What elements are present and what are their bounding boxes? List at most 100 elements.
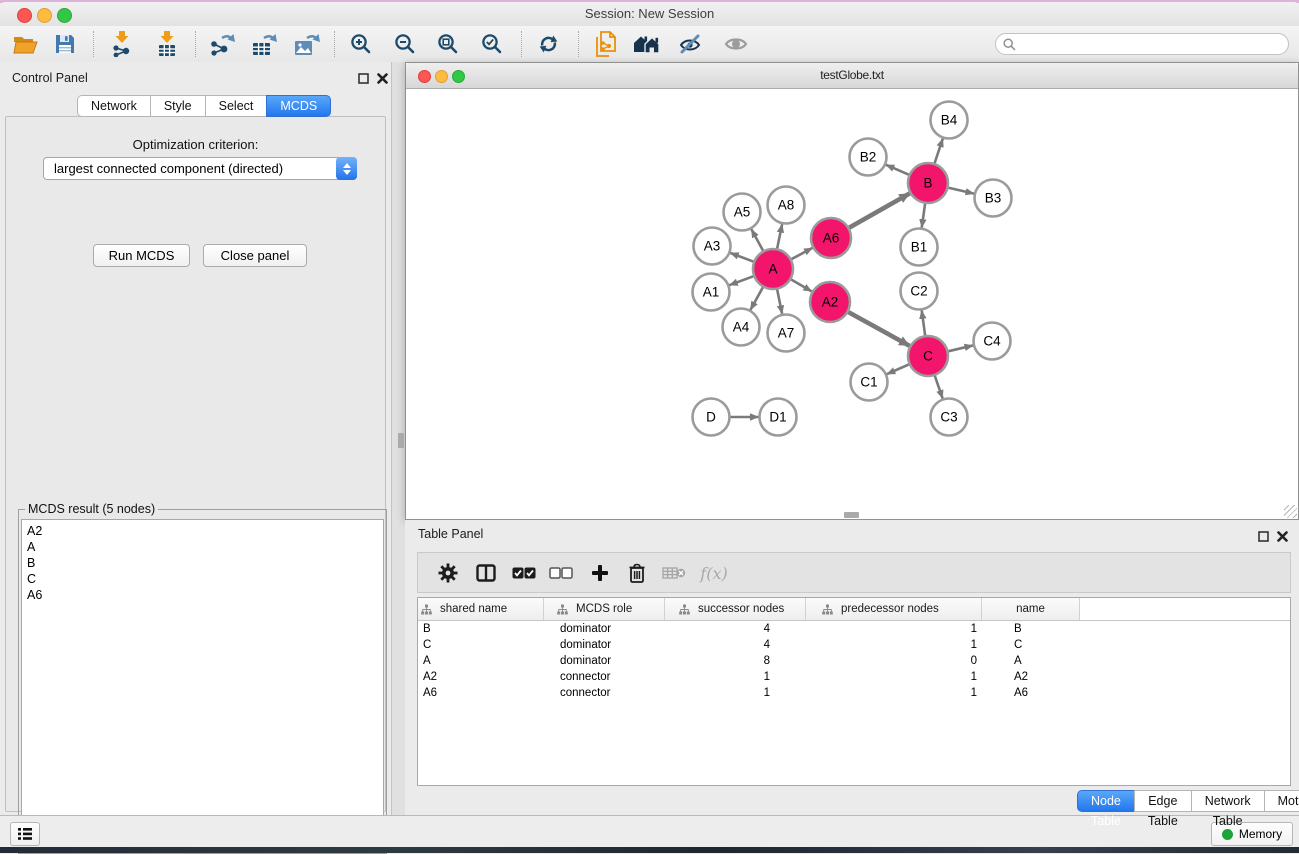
- graph-edge-A-A7[interactable]: [777, 289, 782, 314]
- graph-edge-A-A5[interactable]: [751, 229, 763, 251]
- close-view-button[interactable]: [418, 70, 431, 83]
- tab-mcds[interactable]: MCDS: [266, 95, 331, 117]
- tab-edge-table[interactable]: Edge Table: [1134, 790, 1192, 812]
- graph-node-A2[interactable]: A2: [810, 282, 850, 322]
- graph-node-B3[interactable]: B3: [975, 180, 1012, 217]
- mcds-result-item[interactable]: A2: [27, 523, 383, 539]
- network-window-titlebar[interactable]: testGlobe.txt: [406, 63, 1298, 89]
- import-table-button[interactable]: [149, 29, 185, 59]
- tab-select[interactable]: Select: [205, 95, 268, 117]
- select-all-columns-button[interactable]: [508, 558, 540, 588]
- zoom-fit-button[interactable]: [430, 29, 466, 59]
- task-history-button[interactable]: [10, 822, 40, 846]
- close-window-button[interactable]: [17, 8, 32, 23]
- graph-edge-B-B3[interactable]: [947, 187, 974, 193]
- close-table-panel-button[interactable]: [1275, 529, 1289, 543]
- show-graphics-details-button[interactable]: [718, 29, 754, 59]
- graph-edge-A-A2[interactable]: [790, 279, 812, 291]
- graph-node-C1[interactable]: C1: [851, 364, 888, 401]
- function-builder-button[interactable]: f(x): [694, 558, 734, 588]
- zoom-view-button[interactable]: [452, 70, 465, 83]
- unselect-all-columns-button[interactable]: [545, 558, 577, 588]
- graph-node-A8[interactable]: A8: [768, 187, 805, 224]
- graph-node-A7[interactable]: A7: [768, 315, 805, 352]
- zoom-in-button[interactable]: [343, 29, 379, 59]
- delete-columns-button[interactable]: [621, 558, 653, 588]
- tab-style[interactable]: Style: [150, 95, 206, 117]
- column-header-name[interactable]: name: [982, 598, 1080, 620]
- tab-node-table[interactable]: Node Table: [1077, 790, 1135, 812]
- graph-node-A3[interactable]: A3: [694, 228, 731, 265]
- graph-node-C4[interactable]: C4: [974, 323, 1011, 360]
- save-session-button[interactable]: [47, 29, 83, 59]
- tab-network-table[interactable]: Network Table: [1191, 790, 1265, 812]
- open-session-button[interactable]: [8, 29, 44, 59]
- column-header-successor-nodes[interactable]: successor nodes: [665, 598, 806, 620]
- graph-edge-B-B1[interactable]: [922, 203, 925, 228]
- zoom-out-button[interactable]: [387, 29, 423, 59]
- search-input[interactable]: [1020, 35, 1284, 55]
- table-options-button[interactable]: [432, 558, 464, 588]
- criterion-dropdown[interactable]: largest connected component (directed): [43, 157, 357, 180]
- graph-node-C2[interactable]: C2: [901, 273, 938, 310]
- close-panel-button-mcds[interactable]: Close panel: [203, 244, 307, 267]
- mcds-result-item[interactable]: A: [27, 539, 383, 555]
- graph-node-C3[interactable]: C3: [931, 399, 968, 436]
- graph-node-A4[interactable]: A4: [723, 309, 760, 346]
- table-row-A2[interactable]: A2connector11A2: [418, 669, 1290, 685]
- column-header-predecessor-nodes[interactable]: predecessor nodes: [806, 598, 982, 620]
- graph-edge-B-B2[interactable]: [886, 165, 910, 175]
- graph-edge-A-A3[interactable]: [730, 253, 754, 262]
- graph-edge-A-A4[interactable]: [750, 287, 763, 310]
- table-row-B[interactable]: Bdominator41B: [418, 621, 1290, 637]
- new-network-button[interactable]: [588, 29, 624, 59]
- close-panel-button[interactable]: [375, 71, 389, 85]
- graph-edge-A-A1[interactable]: [729, 276, 754, 285]
- table-row-C[interactable]: Cdominator41C: [418, 637, 1290, 653]
- minimize-window-button[interactable]: [37, 8, 52, 23]
- export-network-button[interactable]: [204, 29, 240, 59]
- horizontal-splitter-handle[interactable]: [844, 512, 859, 518]
- mcds-result-list[interactable]: A2ABCA6: [21, 519, 384, 850]
- mcds-result-item[interactable]: A6: [27, 587, 383, 603]
- vertical-splitter-handle[interactable]: [398, 433, 404, 448]
- graph-node-A5[interactable]: A5: [724, 194, 761, 231]
- table-row-A6[interactable]: A6connector11A6: [418, 685, 1290, 701]
- zoom-window-button[interactable]: [57, 8, 72, 23]
- graph-edge-B-B4[interactable]: [934, 138, 943, 164]
- minimize-view-button[interactable]: [435, 70, 448, 83]
- graph-node-A[interactable]: A: [753, 249, 793, 289]
- graph-node-D[interactable]: D: [693, 399, 730, 436]
- graph-edge-C-C3[interactable]: [935, 375, 943, 399]
- graph-node-B[interactable]: B: [908, 163, 948, 203]
- refresh-layout-button[interactable]: [530, 29, 566, 59]
- graph-edge-C-C4[interactable]: [947, 345, 973, 351]
- graph-edge-A2-C[interactable]: [848, 312, 910, 346]
- search-field[interactable]: [995, 33, 1289, 55]
- window-resize-handle[interactable]: [1284, 505, 1297, 518]
- mcds-result-item[interactable]: C: [27, 571, 383, 587]
- mcds-result-item[interactable]: B: [27, 555, 383, 571]
- graph-edge-C-C1[interactable]: [887, 364, 910, 374]
- graph-node-B2[interactable]: B2: [850, 139, 887, 176]
- create-column-button[interactable]: [584, 558, 616, 588]
- graph-node-C[interactable]: C: [908, 336, 948, 376]
- graph-node-A1[interactable]: A1: [693, 274, 730, 311]
- import-network-button[interactable]: [104, 29, 140, 59]
- tab-motifs[interactable]: Motifs: [1264, 790, 1299, 812]
- graph-node-D1[interactable]: D1: [760, 399, 797, 436]
- graph-node-A6[interactable]: A6: [811, 218, 851, 258]
- graph-edge-A6-B[interactable]: [848, 193, 909, 228]
- graph-node-B4[interactable]: B4: [931, 102, 968, 139]
- first-neighbors-button[interactable]: [629, 29, 665, 59]
- graph-edge-C-C2[interactable]: [922, 310, 926, 336]
- float-table-panel-button[interactable]: [1256, 529, 1270, 543]
- graph-edge-A-A8[interactable]: [777, 224, 782, 249]
- column-header-shared-name[interactable]: shared name: [418, 598, 544, 620]
- run-mcds-button[interactable]: Run MCDS: [93, 244, 190, 267]
- float-panel-button[interactable]: [356, 71, 370, 85]
- column-header-MCDS-role[interactable]: MCDS role: [544, 598, 665, 620]
- graph-node-B1[interactable]: B1: [901, 229, 938, 266]
- hide-graphics-details-button[interactable]: [673, 29, 709, 59]
- network-canvas[interactable]: A A1 A2 A3 A4 A5 A6 A7 A8 B B1 B2 B3 B4 C C1 C2 C3 C4 D D1: [406, 88, 1298, 519]
